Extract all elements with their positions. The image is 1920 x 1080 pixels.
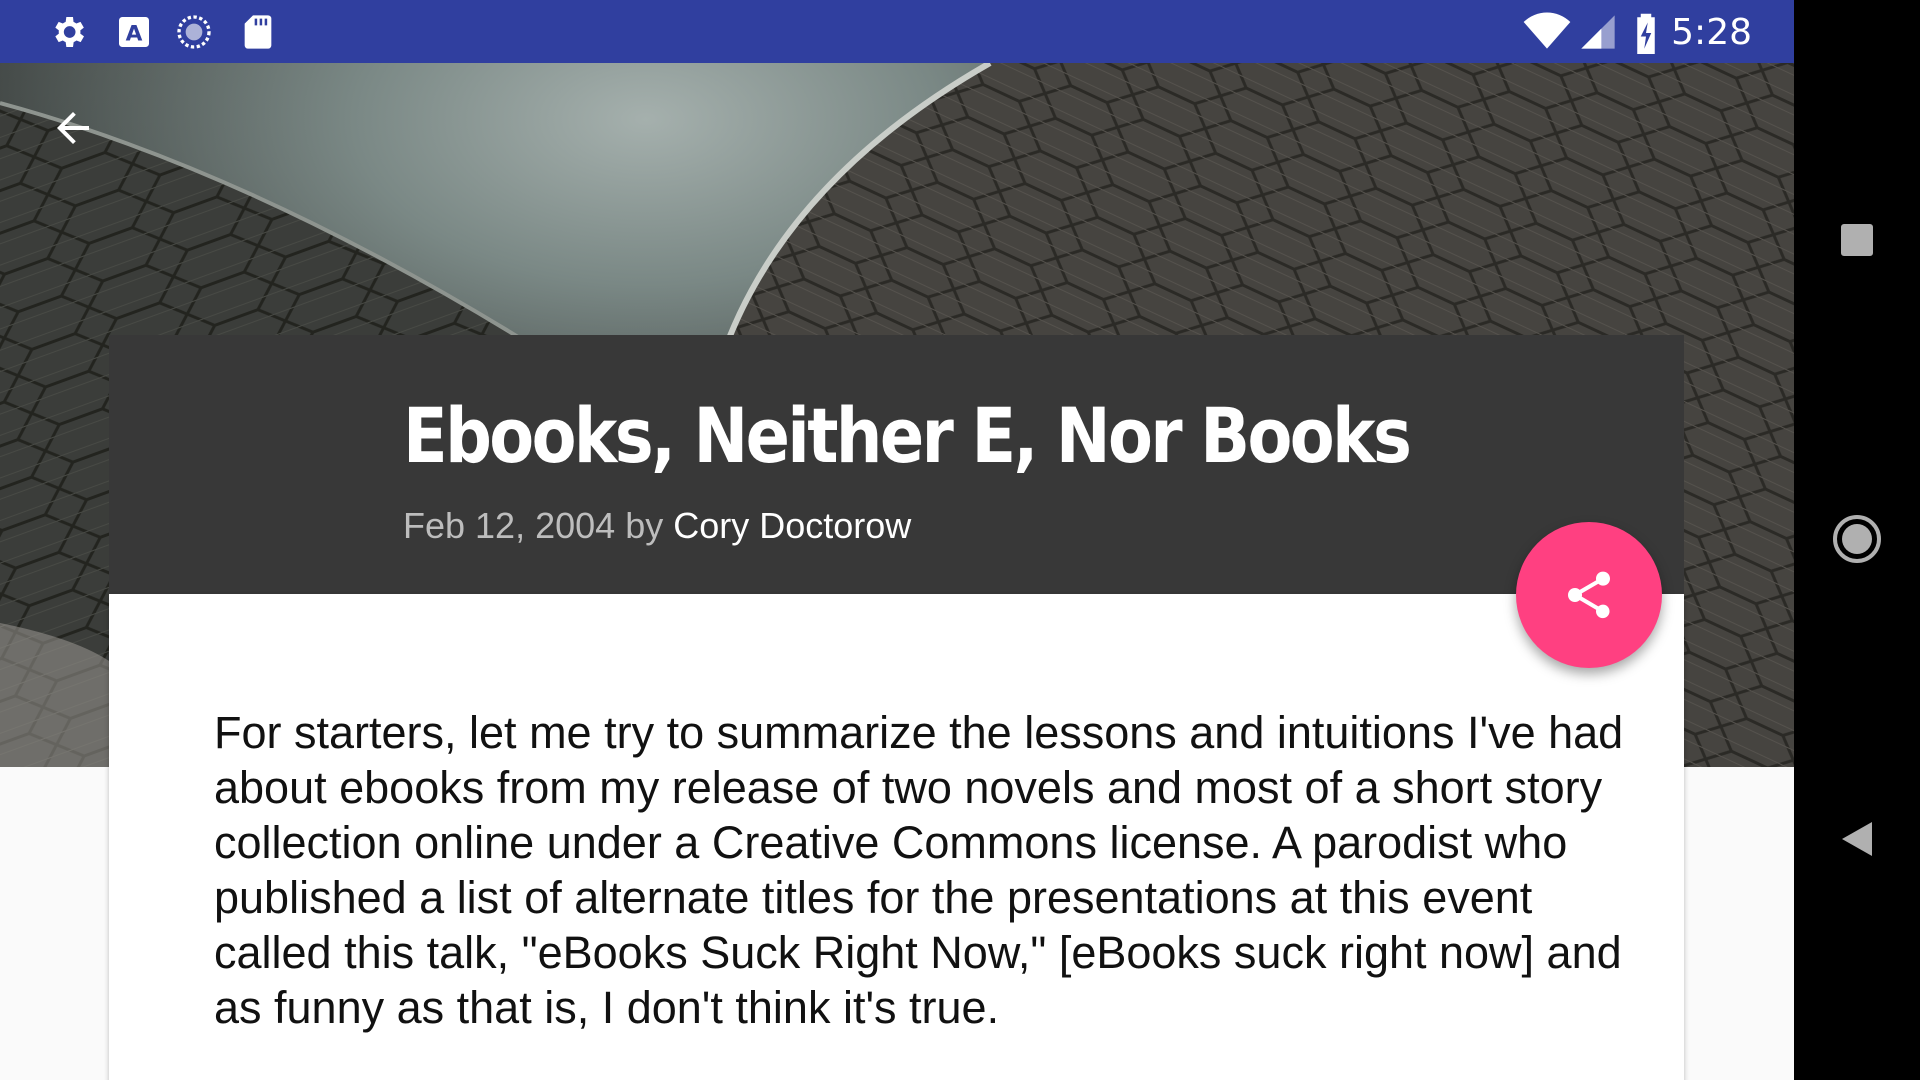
status-bar: A 5:28 [0, 0, 1794, 63]
sd-card-icon [238, 12, 278, 52]
article-body: For starters, let me try to summarize th… [214, 707, 1624, 1033]
back-button[interactable] [40, 95, 106, 161]
article-content-card: For starters, let me try to summarize th… [109, 594, 1684, 1080]
cell-signal-icon [1578, 12, 1618, 52]
battery-charging-icon [1632, 12, 1660, 54]
svg-text:A: A [126, 21, 143, 46]
share-button[interactable] [1516, 522, 1662, 668]
article-header: Ebooks, Neither E, Nor Books Feb 12, 200… [109, 335, 1684, 594]
font-a-icon: A [114, 12, 154, 52]
sync-circle-icon [174, 12, 214, 52]
article-author[interactable]: Cory Doctorow [673, 505, 911, 546]
navigation-bar [1794, 0, 1920, 1080]
home-button[interactable] [1827, 509, 1887, 569]
arrow-back-icon [57, 112, 89, 144]
article-by-label: by [625, 505, 664, 546]
recents-button[interactable] [1827, 210, 1887, 270]
back-triangle-icon [1842, 822, 1872, 856]
article-meta: Feb 12, 2004 by Cory Doctorow [403, 505, 911, 547]
home-circle-icon [1833, 515, 1881, 563]
status-time: 5:28 [1671, 12, 1752, 53]
article-title: Ebooks, Neither E, Nor Books [403, 391, 1412, 480]
share-icon [1568, 571, 1610, 619]
settings-icon [48, 12, 88, 52]
nav-back-button[interactable] [1827, 809, 1887, 869]
article-date: Feb 12, 2004 [403, 505, 616, 546]
app-screen: A 5:28 Ebooks, Neither E, Nor Books Feb … [0, 0, 1794, 1080]
wifi-icon [1522, 12, 1572, 52]
recents-square-icon [1841, 224, 1873, 256]
